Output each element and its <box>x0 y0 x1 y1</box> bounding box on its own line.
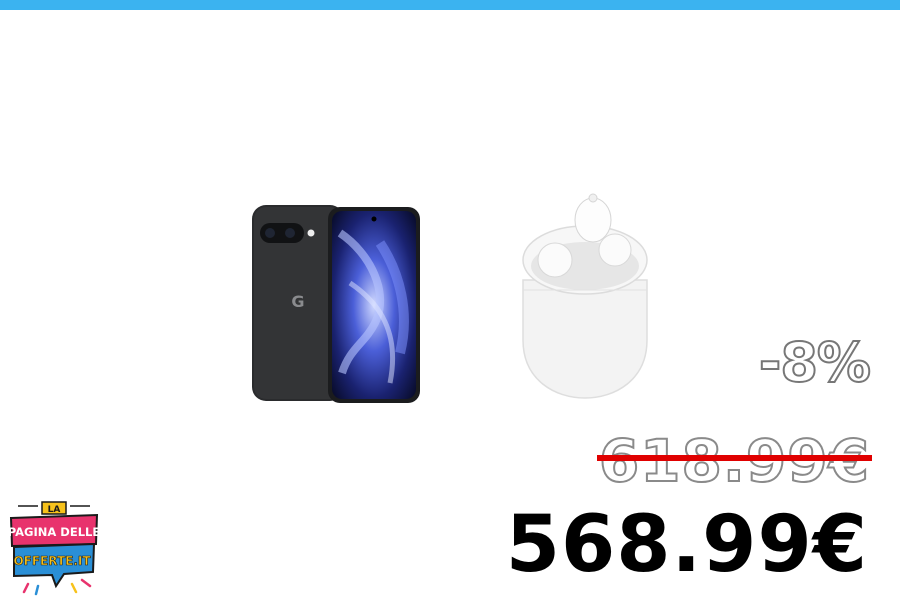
top-accent-bar <box>0 0 900 10</box>
logo-line-1: LA <box>48 505 61 515</box>
site-logo: LA PAGINA DELLE OFFERTE.IT <box>8 501 100 596</box>
logo-line-2: PAGINA DELLE <box>8 525 100 539</box>
earbuds-case-image <box>522 193 648 399</box>
strikethrough-line <box>596 455 872 461</box>
brand-logo-g: G <box>291 292 304 311</box>
smartphone-image: G <box>252 205 420 403</box>
discount-label: -8% <box>758 331 872 394</box>
product-images: G <box>240 185 680 410</box>
old-price-container: 618.99€ <box>596 427 872 495</box>
new-price: 568.99€ <box>505 500 868 590</box>
old-price: 618.99€ <box>598 427 870 495</box>
logo-line-3: OFFERTE.IT <box>13 554 91 568</box>
